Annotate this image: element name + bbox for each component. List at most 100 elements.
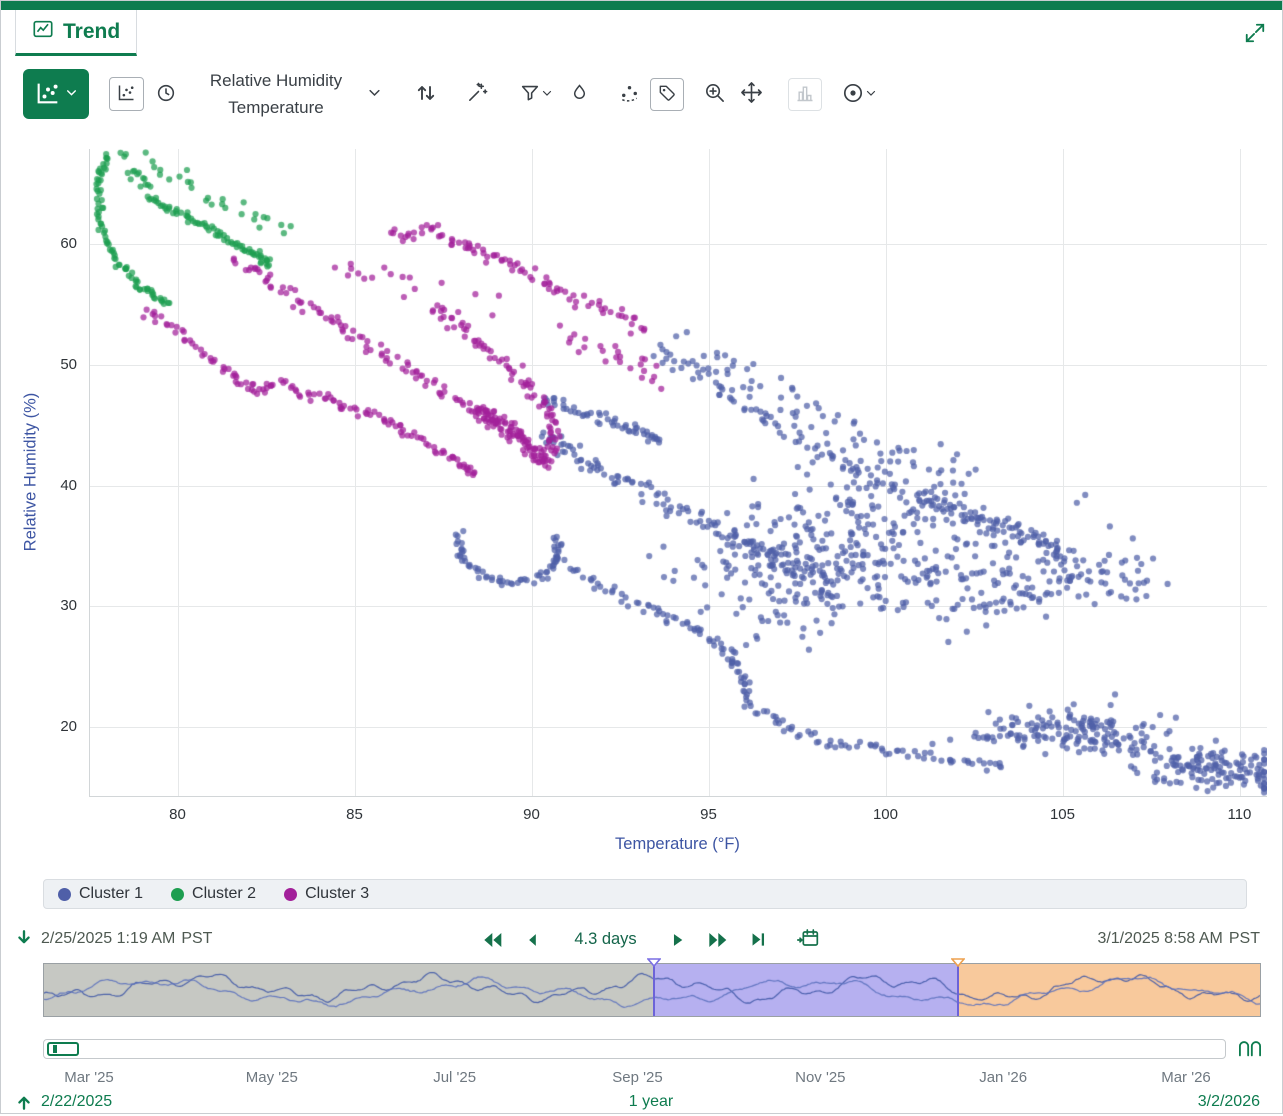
timeline-boundary-line[interactable]	[957, 964, 959, 1016]
timeline-overview-strip[interactable]	[43, 963, 1261, 1017]
legend-label: Cluster 3	[305, 885, 369, 903]
fast-backward-button[interactable]	[480, 927, 506, 953]
y-axis-title: Relative Humidity (%)	[22, 393, 41, 552]
signal-labels[interactable]: Relative Humidity Temperature	[200, 67, 352, 121]
move-to-now-button[interactable]	[796, 925, 822, 954]
histogram-icon	[795, 83, 815, 106]
time-mode-button[interactable]	[152, 79, 180, 110]
chevron-down-icon	[65, 86, 78, 102]
timeline-date-ticks: Mar '25May '25Jul '25Sep '25Nov '25Jan '…	[1, 1069, 1282, 1087]
playback-controls: 4.3 days	[480, 925, 821, 954]
histogram-button[interactable]	[788, 78, 822, 111]
target-icon	[841, 81, 865, 108]
zoom-in-icon	[703, 81, 726, 107]
display-range-bar: 2/25/2025 1:19 AM PST 4.3 days	[1, 923, 1282, 957]
xy-plot-button[interactable]	[109, 77, 144, 111]
timeline-date-tick-label: Jan '26	[979, 1069, 1027, 1086]
x-tick-label: 80	[169, 806, 186, 823]
sparkle-button[interactable]	[463, 78, 492, 110]
display-range-end[interactable]: 3/1/2025 8:58 AMPST	[1097, 930, 1260, 948]
skip-to-end-button[interactable]	[747, 928, 770, 951]
move-to-now-calendar-icon	[797, 926, 821, 953]
investigate-range-start[interactable]: 2/22/2025	[41, 1093, 112, 1111]
zoom-to-fit-icon[interactable]	[1237, 1037, 1263, 1062]
display-range-start-date[interactable]: 2/25/2025 1:19 AM	[41, 930, 175, 947]
timeline-traces-canvas[interactable]	[44, 964, 1260, 1016]
legend-item-cluster-2: Cluster 2	[171, 885, 256, 903]
timeline-marker-triangle-icon[interactable]	[647, 954, 661, 963]
sort-arrows-icon	[414, 81, 438, 108]
y-tick-label: 20	[1, 718, 77, 735]
y-tick-label: 50	[1, 356, 77, 373]
timeline-marker-triangle-icon[interactable]	[951, 954, 965, 963]
signal-label-temperature[interactable]: Temperature	[200, 94, 352, 121]
target-button[interactable]	[838, 78, 880, 111]
trend-chart-icon	[32, 18, 54, 46]
y-tick-label: 30	[1, 597, 77, 614]
legend-item-cluster-1: Cluster 1	[58, 885, 143, 903]
scatter-canvas[interactable]	[90, 149, 1267, 796]
timeline-date-tick-label: Jul '25	[433, 1069, 476, 1086]
x-tick-label: 85	[346, 806, 363, 823]
x-tick-label: 95	[700, 806, 717, 823]
pan-move-icon	[740, 81, 763, 107]
cluster-2-dot	[171, 888, 184, 901]
signal-label-relative-humidity[interactable]: Relative Humidity	[200, 67, 352, 94]
sort-button[interactable]	[411, 78, 441, 111]
toolbar: Relative Humidity Temperature	[1, 57, 1282, 131]
handle-grip	[53, 1045, 57, 1053]
investigate-range-duration[interactable]: 1 year	[629, 1093, 673, 1111]
scatter-plot-area: Relative Humidity (%) Temperature (°F) 8…	[1, 131, 1283, 879]
tab-trend[interactable]: Trend	[15, 10, 137, 56]
step-backward-button[interactable]	[522, 929, 544, 951]
investigate-range-end[interactable]: 3/2/2026	[1198, 1093, 1260, 1111]
timeline-boundary-line[interactable]	[653, 964, 655, 1016]
chevron-down-icon	[367, 85, 382, 103]
timeline-date-tick-label: Mar '26	[1161, 1069, 1211, 1086]
timeline-date-tick-label: May '25	[246, 1069, 298, 1086]
worksheet-tab-bar: Trend	[1, 10, 1282, 58]
display-range-start[interactable]: 2/25/2025 1:19 AM PST	[41, 930, 212, 948]
filter-button[interactable]	[516, 79, 556, 110]
zoom-in-button[interactable]	[700, 78, 729, 110]
pan-button[interactable]	[737, 78, 766, 110]
expand-icon[interactable]	[1244, 22, 1266, 47]
top-accent-bar	[1, 1, 1282, 10]
x-tick-label: 90	[523, 806, 540, 823]
x-tick-label: 100	[873, 806, 898, 823]
x-axis-title: Temperature (°F)	[89, 835, 1266, 854]
collapse-display-range-icon[interactable]	[14, 927, 34, 952]
select-points-icon	[618, 81, 641, 107]
clock-icon	[155, 82, 177, 107]
display-range-start-tz: PST	[181, 930, 212, 947]
tag-button[interactable]	[650, 78, 684, 111]
timeline-date-tick-label: Sep '25	[612, 1069, 662, 1086]
step-forward-button[interactable]	[667, 929, 689, 951]
cluster-1-dot	[58, 888, 71, 901]
timeline-scrollbar-handle[interactable]	[47, 1042, 79, 1056]
fast-forward-button[interactable]	[705, 927, 731, 953]
tab-label: Trend	[63, 20, 120, 44]
cluster-legend: Cluster 1 Cluster 2 Cluster 3	[43, 879, 1247, 909]
filter-funnel-icon	[519, 82, 541, 107]
timeline-date-tick-label: Mar '25	[64, 1069, 114, 1086]
x-tick-label: 105	[1050, 806, 1075, 823]
droplet-icon	[569, 82, 590, 106]
legend-label: Cluster 1	[79, 885, 143, 903]
cluster-3-dot	[284, 888, 297, 901]
signals-dropdown-button[interactable]	[364, 82, 385, 106]
y-tick-label: 60	[1, 235, 77, 252]
select-points-button[interactable]	[615, 78, 644, 110]
timeline-scrollbar[interactable]	[43, 1039, 1226, 1059]
display-range-duration[interactable]: 4.3 days	[574, 930, 636, 949]
chart-type-button[interactable]	[23, 69, 89, 119]
chevron-down-icon	[865, 87, 877, 102]
expand-investigate-range-icon[interactable]	[14, 1091, 34, 1116]
xy-plot-icon	[116, 82, 137, 106]
sparkle-icon	[466, 81, 489, 107]
legend-label: Cluster 2	[192, 885, 256, 903]
trend-app-window: Trend	[0, 0, 1283, 1114]
display-range-end-date[interactable]: 3/1/2025 8:58 AM	[1097, 930, 1222, 947]
droplet-button[interactable]	[566, 79, 593, 109]
plot-region[interactable]	[89, 149, 1267, 797]
